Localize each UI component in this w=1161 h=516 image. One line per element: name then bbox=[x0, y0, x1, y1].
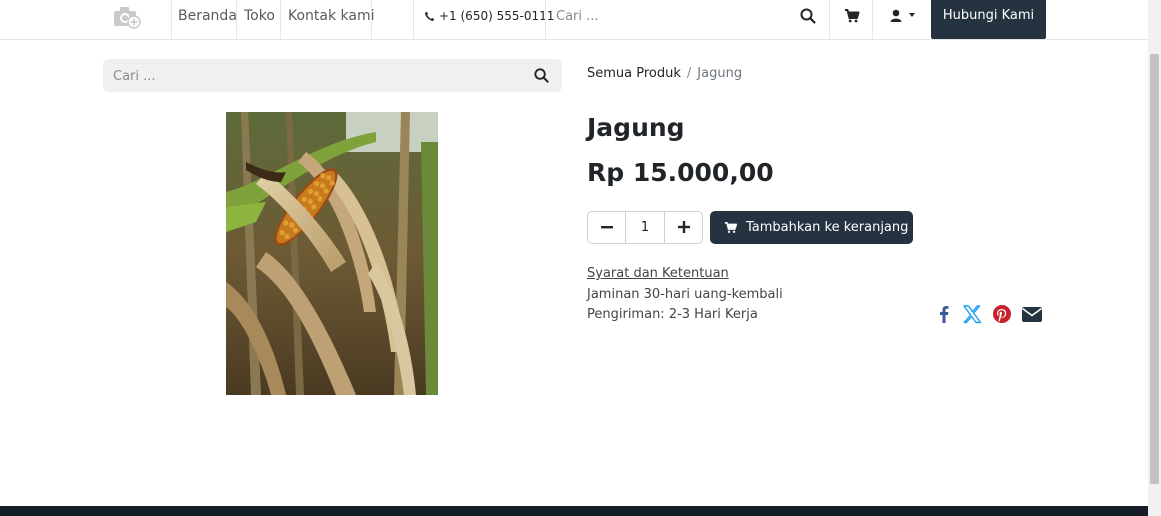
add-to-cart-button[interactable]: Tambahkan ke keranjang bbox=[710, 211, 913, 244]
nav-divider bbox=[872, 0, 873, 40]
phone-number: +1 (650) 555-0111 bbox=[439, 9, 555, 23]
breadcrumb: Semua Produk / Jagung bbox=[587, 66, 742, 81]
top-search-input[interactable] bbox=[556, 6, 756, 26]
cart-icon[interactable] bbox=[843, 7, 861, 25]
nav-divider bbox=[413, 0, 414, 40]
facebook-icon[interactable] bbox=[933, 303, 955, 325]
pinterest-icon[interactable] bbox=[991, 303, 1013, 325]
nav-link-beranda[interactable]: Beranda bbox=[178, 0, 237, 32]
search-input[interactable] bbox=[113, 66, 513, 86]
breadcrumb-all-products[interactable]: Semua Produk bbox=[587, 66, 681, 81]
phone-link[interactable]: +1 (650) 555-0111 bbox=[424, 0, 554, 32]
minus-icon bbox=[600, 226, 613, 229]
nav-divider bbox=[171, 0, 172, 40]
breadcrumb-current: Jagung bbox=[697, 66, 743, 81]
nav-link-kontak[interactable]: Kontak kami bbox=[288, 0, 375, 32]
search-icon[interactable] bbox=[533, 67, 550, 84]
quantity-input[interactable] bbox=[626, 212, 664, 243]
phone-icon bbox=[424, 11, 435, 22]
shipping-text: Pengiriman: 2-3 Hari Kerja bbox=[587, 307, 758, 322]
nav-divider bbox=[371, 0, 372, 40]
top-navbar: Beranda Toko Kontak kami +1 (650) 555-01… bbox=[0, 0, 1148, 40]
search-icon[interactable] bbox=[799, 7, 817, 25]
breadcrumb-separator: / bbox=[686, 66, 692, 81]
plus-icon bbox=[677, 221, 690, 233]
quantity-increase-button[interactable] bbox=[664, 212, 702, 243]
quantity-stepper bbox=[587, 211, 703, 244]
scrollbar-thumb[interactable] bbox=[1150, 54, 1159, 484]
nav-link-toko[interactable]: Toko bbox=[244, 0, 275, 32]
nav-divider bbox=[280, 0, 281, 40]
logo-camera-icon[interactable] bbox=[112, 4, 142, 30]
nav-divider bbox=[545, 0, 546, 40]
terms-link[interactable]: Syarat dan Ketentuan bbox=[587, 266, 729, 281]
scrollbar[interactable] bbox=[1148, 0, 1161, 516]
product-search bbox=[103, 59, 562, 92]
add-to-cart-label: Tambahkan ke keranjang bbox=[746, 220, 909, 235]
user-icon[interactable] bbox=[888, 7, 906, 25]
contact-us-button[interactable]: Hubungi Kami bbox=[931, 0, 1046, 39]
product-image[interactable] bbox=[226, 112, 438, 395]
nav-divider bbox=[236, 0, 237, 40]
cart-icon bbox=[724, 222, 738, 233]
footer bbox=[0, 506, 1148, 516]
guarantee-text: Jaminan 30-hari uang-kembali bbox=[587, 287, 783, 302]
email-icon[interactable] bbox=[1021, 303, 1043, 325]
x-icon[interactable] bbox=[961, 303, 983, 325]
nav-divider bbox=[829, 0, 830, 40]
product-title: Jagung bbox=[587, 113, 685, 142]
chevron-down-icon[interactable] bbox=[909, 13, 915, 17]
quantity-decrease-button[interactable] bbox=[588, 212, 626, 243]
product-price: Rp 15.000,00 bbox=[587, 158, 774, 187]
